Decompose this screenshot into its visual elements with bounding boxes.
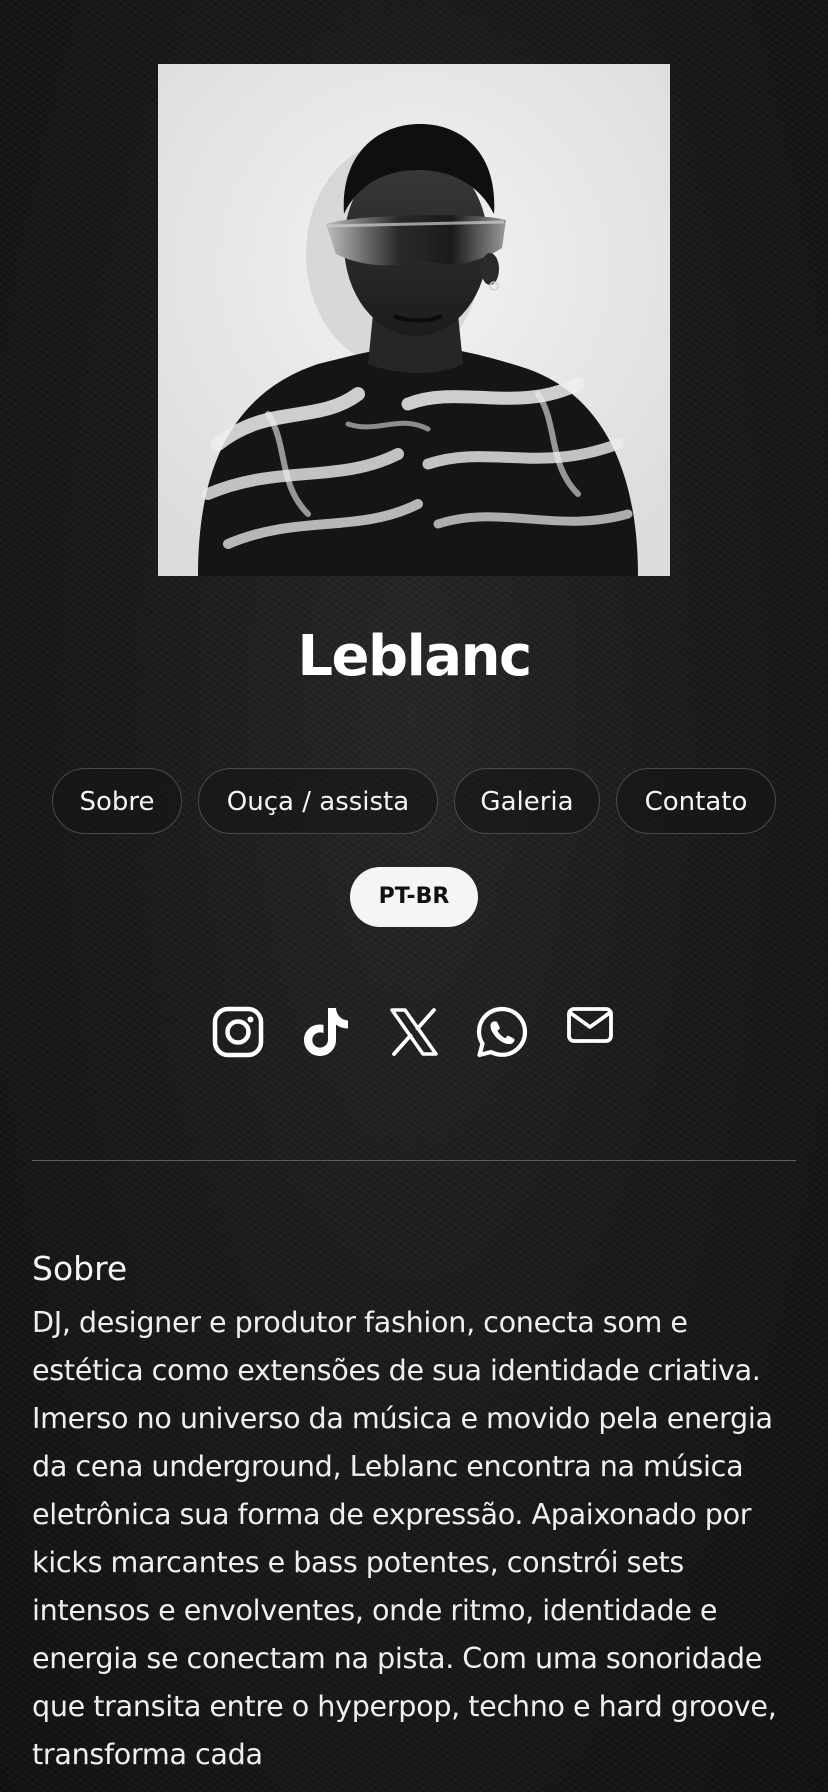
social-links <box>0 1004 828 1064</box>
x-icon[interactable] <box>386 1004 442 1060</box>
page: Leblanc Sobre Ouça / assista Galeria Con… <box>0 0 828 1792</box>
about-paragraph: DJ, designer e produtor fashion, conecta… <box>32 1305 777 1771</box>
artist-photo <box>158 64 670 576</box>
nav-ouca-assista-button[interactable]: Ouça / assista <box>198 768 438 834</box>
nav-galeria-button[interactable]: Galeria <box>454 768 600 834</box>
email-icon[interactable] <box>562 998 618 1054</box>
tiktok-icon[interactable] <box>298 1004 354 1060</box>
instagram-icon[interactable] <box>210 1004 266 1060</box>
about-heading: Sobre <box>32 1249 128 1288</box>
artist-name: Leblanc <box>297 624 532 689</box>
language-toggle-button[interactable]: PT-BR <box>350 867 478 927</box>
section-nav: Sobre Ouça / assista Galeria Contato <box>0 768 828 836</box>
section-divider <box>32 1160 796 1161</box>
nav-contato-button[interactable]: Contato <box>616 768 776 834</box>
nav-sobre-button[interactable]: Sobre <box>52 768 182 834</box>
whatsapp-icon[interactable] <box>474 1004 530 1060</box>
